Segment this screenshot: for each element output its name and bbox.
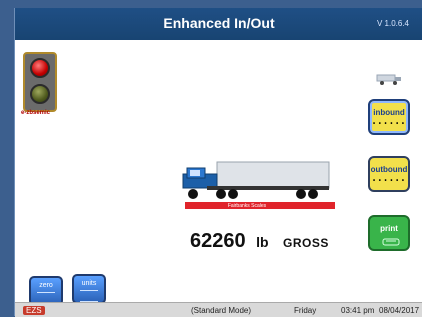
print-button[interactable]: print bbox=[368, 215, 410, 251]
status-left-badge: EZS bbox=[23, 306, 45, 315]
red-light-icon bbox=[30, 58, 50, 78]
inbound-button[interactable]: inbound • • • • • • bbox=[368, 99, 410, 135]
printer-icon bbox=[382, 238, 400, 246]
version-label: V 1.0.6.4 bbox=[376, 19, 409, 28]
green-light-icon bbox=[30, 84, 50, 104]
status-time: 03:41 pm bbox=[341, 306, 375, 315]
weight-mode: GROSS bbox=[282, 236, 329, 250]
weight-display: 62260 lb GROSS bbox=[190, 230, 329, 253]
brand-logo-text: e-zbsemic bbox=[21, 110, 51, 116]
status-date: 08/04/2017 bbox=[379, 306, 420, 315]
outbound-button-dots: • • • • • • bbox=[373, 178, 405, 184]
truck-on-scale-icon bbox=[182, 161, 335, 209]
zero-button-label: zero bbox=[39, 282, 53, 289]
status-bar: EZS (Standard Mode) Friday 03:41 pm 08/0… bbox=[15, 302, 422, 317]
truck-mini-icon bbox=[376, 74, 401, 85]
title-bar: Enhanced In/Out V 1.0.6.4 bbox=[15, 8, 422, 41]
scale-platform-label: Fairbanks Scales bbox=[227, 203, 267, 209]
outbound-button-label: outbound bbox=[370, 165, 408, 174]
app-title: Enhanced In/Out bbox=[163, 15, 275, 31]
app-window: Enhanced In/Out V 1.0.6.4 e-zbsemic inbo… bbox=[14, 8, 422, 317]
main-panel: e-zbsemic inbound • • • • • • outbound •… bbox=[15, 40, 422, 306]
weight-value: 62260 bbox=[190, 230, 246, 252]
inbound-button-label: inbound bbox=[373, 108, 405, 117]
status-day: Friday bbox=[294, 306, 317, 315]
print-button-label: print bbox=[380, 224, 398, 233]
outbound-button[interactable]: outbound • • • • • • bbox=[368, 156, 410, 192]
units-button-label: units bbox=[81, 280, 97, 287]
weight-unit: lb bbox=[256, 234, 269, 250]
units-button-lines bbox=[80, 290, 98, 302]
traffic-light bbox=[23, 52, 57, 112]
inbound-button-dots: • • • • • • bbox=[373, 121, 405, 127]
status-mode: (Standard Mode) bbox=[191, 306, 252, 315]
units-button[interactable]: units bbox=[72, 274, 106, 304]
